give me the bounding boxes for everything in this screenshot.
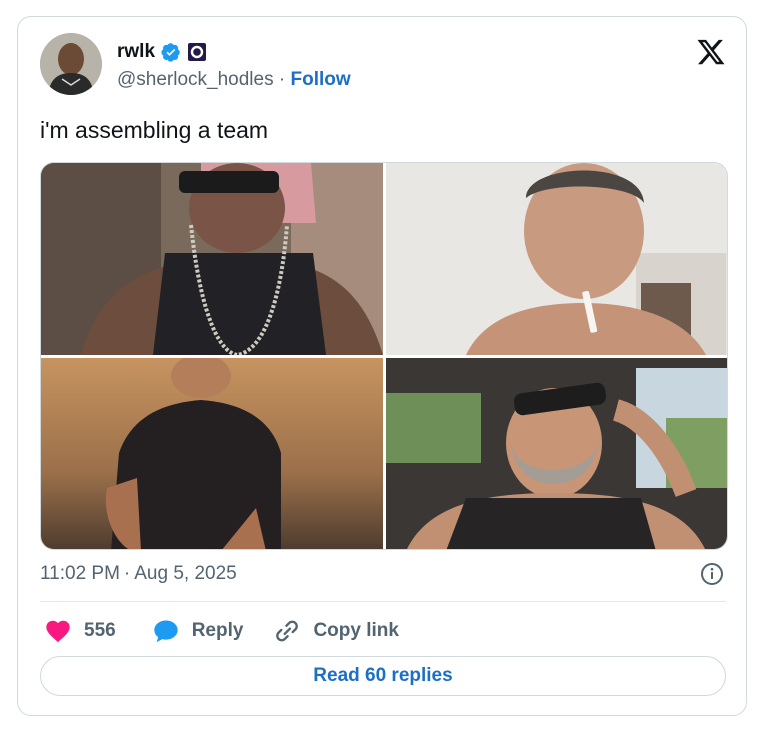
media-image-4[interactable] xyxy=(386,358,727,549)
media-image-3[interactable] xyxy=(41,358,383,549)
media-image-2[interactable] xyxy=(386,163,727,355)
tweet-text: i'm assembling a team xyxy=(40,117,269,143)
divider xyxy=(40,601,726,602)
affiliate-badge-icon xyxy=(188,43,207,61)
reply-label: Reply xyxy=(191,620,244,641)
photo-man-sunglasses-chain-icon xyxy=(41,163,383,355)
author-handle[interactable]: @sherlock_hodles xyxy=(117,69,274,90)
tweet-card: rwlk @sherlock_hodles · Follow i'm assem… xyxy=(17,16,747,716)
verified-badge-icon xyxy=(161,43,180,62)
action-bar: 556 Reply Copy link xyxy=(40,617,399,645)
tweet-time: 11:02 PM xyxy=(40,563,120,584)
timestamp-separator: · xyxy=(123,563,131,584)
like-count: 556 xyxy=(84,620,116,641)
author-name[interactable]: rwlk xyxy=(117,41,155,63)
x-logo-icon[interactable] xyxy=(696,37,726,67)
heart-icon xyxy=(46,620,70,643)
media-grid xyxy=(40,162,728,550)
tweet-date: Aug 5, 2025 xyxy=(134,563,237,584)
like-button[interactable]: 556 xyxy=(44,617,116,645)
author-avatar[interactable] xyxy=(40,33,102,95)
reply-button[interactable]: Reply xyxy=(152,617,244,645)
copy-link-label: Copy link xyxy=(313,620,399,641)
photo-man-cigarette-icon xyxy=(386,163,727,355)
info-icon[interactable] xyxy=(700,562,724,586)
link-icon xyxy=(276,620,299,642)
read-replies-button[interactable]: Read 60 replies xyxy=(40,656,726,696)
media-image-1[interactable] xyxy=(41,163,383,355)
tweet-timestamp[interactable]: 11:02 PM · Aug 5, 2025 xyxy=(40,563,237,585)
photo-man-black-tshirt-icon xyxy=(41,358,383,549)
copy-link-button[interactable]: Copy link xyxy=(273,617,399,645)
follow-button[interactable]: Follow xyxy=(290,69,350,90)
photo-man-car-sunglasses-icon xyxy=(386,358,727,549)
speech-bubble-icon xyxy=(154,620,178,643)
handle-separator: · xyxy=(278,69,286,90)
author-handle-row: @sherlock_hodles · Follow xyxy=(117,69,351,91)
